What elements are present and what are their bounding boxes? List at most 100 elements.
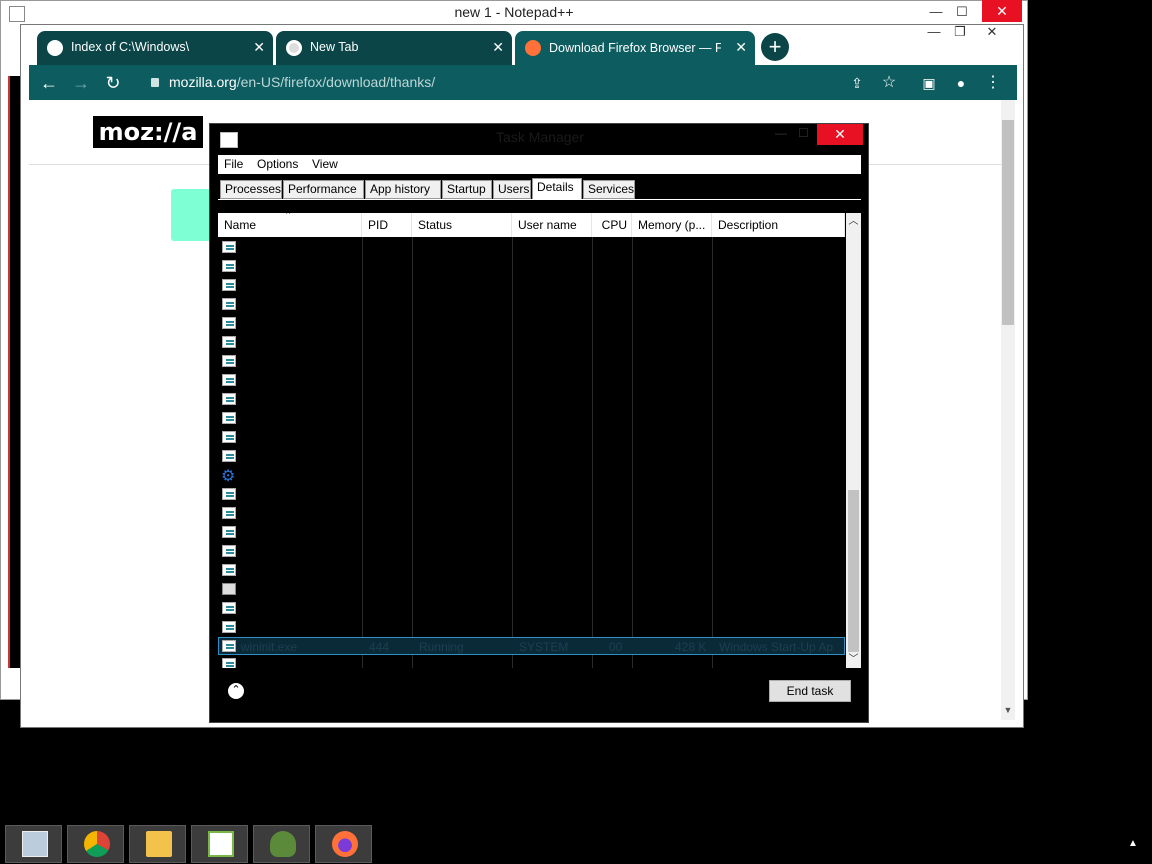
notepad-maximize-button[interactable]: ☐: [948, 4, 976, 20]
scroll-down-arrow-icon[interactable]: ﹀: [846, 652, 861, 667]
tab-close-icon[interactable]: ✕: [735, 31, 747, 63]
tm-minimize-button[interactable]: —: [775, 126, 787, 140]
process-icon[interactable]: [222, 602, 236, 614]
grid-header: Name ^ PID Status User name CPU Memory (…: [218, 213, 845, 237]
tab-close-icon[interactable]: ✕: [492, 31, 504, 63]
tab-services[interactable]: Services: [583, 180, 635, 199]
firefox-icon: [332, 831, 358, 857]
tm-maximize-button[interactable]: ☐: [798, 126, 809, 140]
url-host: mozilla.org: [169, 74, 237, 90]
taskbar-notepad-plus-plus[interactable]: [191, 825, 248, 863]
process-icon[interactable]: [222, 393, 236, 405]
globe-icon: [47, 39, 63, 56]
chrome-toolbar: ← → ↻ mozilla.org/en-US/firefox/download…: [29, 65, 1017, 100]
selected-process-row[interactable]: wininit.exe 444 Running SYSTEM 00 428 K …: [218, 637, 845, 655]
download-banner-fragment: [171, 189, 211, 241]
column-divider: [512, 237, 513, 668]
sort-ascending-icon: ^: [286, 213, 291, 219]
chrome-maximize-button[interactable]: ❐: [945, 25, 975, 39]
reload-button[interactable]: ↻: [101, 71, 125, 95]
side-panel-icon[interactable]: ▣: [917, 71, 941, 95]
tab-close-icon[interactable]: ✕: [253, 31, 265, 63]
process-icon[interactable]: [222, 317, 236, 329]
notepad-icon: [208, 831, 234, 857]
process-icon[interactable]: [222, 279, 236, 291]
process-icon[interactable]: [222, 374, 236, 386]
process-icon[interactable]: [222, 507, 236, 519]
process-icon[interactable]: [222, 545, 236, 557]
tm-close-button[interactable]: ✕: [817, 124, 863, 145]
chrome-close-button[interactable]: ✕: [977, 25, 1007, 39]
chrome-menu-icon[interactable]: ⋮: [981, 71, 1005, 95]
column-divider: [592, 237, 593, 668]
task-manager-window: Task Manager — ☐ ✕ File Options View Pro…: [209, 123, 869, 723]
back-button[interactable]: ←: [37, 71, 61, 95]
tortoise-icon: [270, 831, 296, 857]
tab-startup[interactable]: Startup: [442, 180, 492, 199]
share-icon[interactable]: ⇪: [845, 71, 869, 95]
tab-processes[interactable]: Processes: [220, 180, 282, 199]
end-task-button[interactable]: End task: [769, 680, 851, 702]
taskbar-file-explorer[interactable]: [129, 825, 186, 863]
tab-details[interactable]: Details: [532, 178, 582, 200]
menu-view[interactable]: View: [312, 157, 338, 171]
chrome-icon: [84, 831, 110, 857]
column-header-cpu[interactable]: CPU: [592, 213, 632, 237]
scroll-up-arrow-icon[interactable]: ︿: [846, 214, 861, 229]
notepad-close-button[interactable]: ✕: [982, 0, 1022, 22]
tab-app-history[interactable]: App history: [365, 180, 441, 199]
process-icon[interactable]: [222, 526, 236, 538]
cell-memory: 428 K: [675, 640, 707, 654]
tab-new-tab[interactable]: New Tab ✕: [276, 31, 512, 65]
url-path: /en-US/firefox/download/thanks/: [236, 74, 436, 90]
column-header-status[interactable]: Status: [412, 213, 512, 237]
tab-title: Download Firefox Browser — Fas: [549, 40, 721, 55]
column-header-pid[interactable]: PID: [362, 213, 412, 237]
notepad-title: new 1 - Notepad++: [454, 4, 574, 20]
gear-icon[interactable]: ⚙: [221, 469, 237, 485]
process-icon[interactable]: [222, 658, 236, 668]
tab-index-windows[interactable]: Index of C:\Windows\ ✕: [37, 31, 273, 65]
process-icon[interactable]: [222, 621, 236, 633]
address-bar[interactable]: mozilla.org/en-US/firefox/download/thank…: [135, 69, 879, 96]
tab-download-firefox[interactable]: Download Firefox Browser — Fas ✕: [515, 31, 755, 65]
menu-file[interactable]: File: [224, 157, 243, 171]
process-icon[interactable]: [222, 260, 236, 272]
firefox-icon: [525, 39, 541, 56]
column-header-memory[interactable]: Memory (p...: [632, 213, 712, 237]
lock-icon: [151, 78, 159, 87]
process-icon[interactable]: [222, 336, 236, 348]
taskbar-task-manager[interactable]: [5, 825, 62, 863]
scroll-down-arrow-icon[interactable]: ▼: [1001, 705, 1015, 715]
profile-icon[interactable]: ●: [949, 71, 973, 95]
column-header-description[interactable]: Description: [712, 213, 845, 237]
tray-overflow-icon[interactable]: ▲: [1128, 838, 1138, 849]
notepad-minimize-button[interactable]: —: [922, 4, 950, 19]
task-manager-process-icon[interactable]: [222, 583, 236, 595]
new-tab-button[interactable]: +: [761, 33, 789, 61]
process-icon[interactable]: [222, 450, 236, 462]
forward-button[interactable]: →: [69, 71, 93, 95]
bookmark-star-icon[interactable]: ☆: [877, 71, 901, 95]
tab-performance[interactable]: Performance: [283, 180, 364, 199]
mozilla-logo[interactable]: moz://a: [93, 116, 203, 148]
process-icon[interactable]: [222, 488, 236, 500]
process-icon[interactable]: [222, 412, 236, 424]
taskbar-firefox[interactable]: [315, 825, 372, 863]
process-icon[interactable]: [222, 355, 236, 367]
taskbar-tortoise-app[interactable]: [253, 825, 310, 863]
fewer-details-button[interactable]: ⌃: [228, 683, 244, 699]
process-icon[interactable]: [222, 564, 236, 576]
process-icon[interactable]: [222, 241, 236, 253]
process-icon[interactable]: [222, 298, 236, 310]
taskbar: [0, 822, 1152, 864]
column-header-username[interactable]: User name: [512, 213, 592, 237]
page-scrollbar-thumb[interactable]: [1002, 120, 1014, 325]
taskbar-chrome[interactable]: [67, 825, 124, 863]
column-divider: [632, 237, 633, 668]
process-icon[interactable]: [222, 431, 236, 443]
grid-scrollbar-thumb[interactable]: [848, 490, 859, 652]
tab-users[interactable]: Users: [493, 180, 531, 199]
tab-title: Index of C:\Windows\: [71, 40, 190, 54]
menu-options[interactable]: Options: [257, 157, 298, 171]
